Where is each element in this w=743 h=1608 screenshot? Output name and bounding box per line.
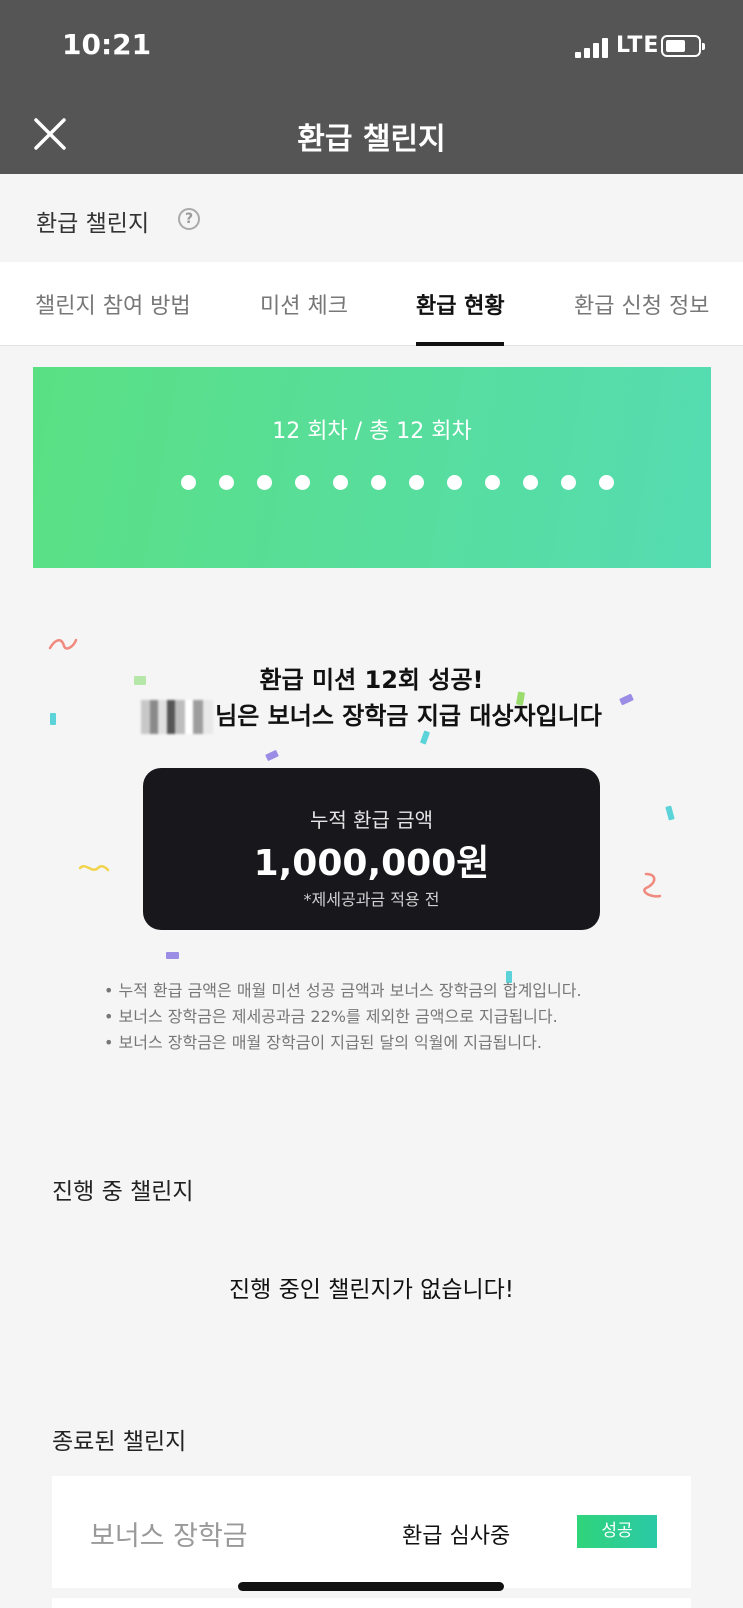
progress-dot (561, 475, 576, 490)
progress-dot (485, 475, 500, 490)
success-title: 환급 미션 12회 성공! (259, 666, 484, 694)
amount-label: 누적 환급 금액 (309, 808, 434, 832)
progress-dot (447, 475, 462, 490)
confetti-squiggle (78, 865, 110, 872)
ongoing-section-title: 진행 중 챌린지 (52, 1179, 194, 1205)
status-time: 10:21 (62, 28, 152, 61)
tab-bar: 챌린지 참여 방법 미션 체크 환급 현황 환급 신청 정보 (0, 262, 743, 346)
confetti-squiggle (643, 872, 662, 898)
progress-dot (257, 475, 272, 490)
tab-refund-status[interactable]: 환급 현황 (416, 288, 505, 320)
status-bar: 10:21 LTE (0, 0, 743, 96)
confetti-piece (265, 749, 279, 762)
tab-mission-check[interactable]: 미션 체크 (260, 288, 348, 320)
success-subtitle-text: 님은 보너스 장학금 지급 대상자입니다 (215, 702, 602, 730)
nav-bar: 환급 챌린지 (0, 96, 743, 174)
signal-icon (575, 38, 609, 58)
progress-dot (409, 475, 424, 490)
progress-banner: 12 회차 / 총 12 회차 (33, 367, 711, 568)
tab-how-to-join[interactable]: 챌린지 참여 방법 (35, 288, 191, 320)
challenge-name: 보너스 장학금 (90, 1521, 248, 1552)
network-label: LTE (616, 33, 660, 58)
help-icon[interactable]: ? (178, 208, 200, 230)
finished-section-title: 종료된 챌린지 (52, 1429, 187, 1455)
notes-list: • 누적 환급 금액은 매월 미션 성공 금액과 보너스 장학금의 합계입니다.… (104, 978, 582, 1056)
blurred-username (141, 700, 214, 734)
note-item: • 보너스 장학금은 매월 장학금이 지급된 달의 익월에 지급됩니다. (104, 1033, 542, 1052)
progress-dot (333, 475, 348, 490)
section-header: 환급 챌린지 ? (0, 174, 743, 262)
success-badge: 성공 (577, 1515, 657, 1548)
challenge-status: 환급 심사중 (402, 1524, 511, 1549)
note-item: • 누적 환급 금액은 매월 미션 성공 금액과 보너스 장학금의 합계입니다. (104, 981, 582, 1000)
challenge-item[interactable]: 보너스 장학금 환급 심사중 성공 (52, 1476, 691, 1588)
tab-refund-request-info[interactable]: 환급 신청 정보 (574, 288, 709, 320)
progress-dot (295, 475, 310, 490)
confetti-piece (166, 952, 179, 959)
progress-dot (181, 475, 196, 490)
success-subtitle: 님은 보너스 장학금 지급 대상자입니다 (0, 698, 743, 734)
note-item: • 보너스 장학금은 제세공과금 22%를 제외한 금액으로 지급됩니다. (104, 1007, 558, 1026)
empty-message: 진행 중인 챌린지가 없습니다! (228, 1277, 515, 1303)
progress-text: 12 회차 / 총 12 회차 (272, 419, 472, 444)
cumulative-amount-card: 누적 환급 금액 1,000,000원 *제세공과금 적용 전 (143, 768, 600, 930)
section-header-title: 환급 챌린지 (36, 211, 150, 237)
amount-note: *제세공과금 적용 전 (303, 890, 440, 909)
active-tab-indicator (416, 342, 504, 346)
progress-dot (599, 475, 614, 490)
home-indicator[interactable] (238, 1582, 504, 1591)
progress-dot (523, 475, 538, 490)
progress-dot (219, 475, 234, 490)
confetti-piece (665, 805, 675, 821)
next-card-edge (52, 1598, 691, 1608)
amount-value: 1,000,000원 (253, 843, 490, 884)
progress-dot (371, 475, 386, 490)
battery-icon (661, 35, 705, 57)
page-title: 환급 챌린지 (297, 122, 446, 157)
